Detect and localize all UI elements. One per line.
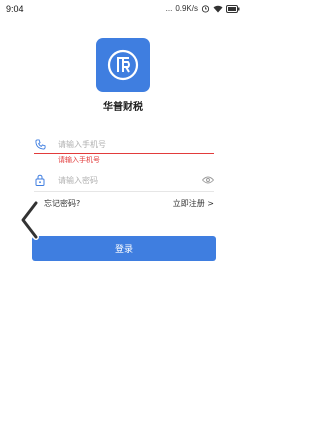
battery-icon [226,4,240,13]
app-logo [96,38,150,92]
password-input[interactable] [58,172,198,188]
eye-icon[interactable] [202,174,214,186]
register-link[interactable]: 立即注册 > [173,198,214,209]
phone-input[interactable] [58,136,198,152]
password-field [34,170,214,190]
status-dots: ... [165,4,173,13]
password-underline [34,191,214,192]
lock-icon [34,173,46,187]
status-bar: 9:04 ... 0.9K/s [0,0,246,22]
phone-icon [34,137,46,151]
login-button[interactable]: 登录 [32,236,216,261]
alarm-icon [201,4,210,13]
phone-field [34,134,214,154]
phone-error-message: 请输入手机号 [58,156,100,164]
network-speed: 0.9K/s [175,4,198,13]
back-gesture-indicator[interactable] [18,200,42,240]
phone-underline [34,153,214,154]
forgot-password-link[interactable]: 忘记密码? [44,198,80,209]
status-icons: ... 0.9K/s [166,4,240,13]
wifi-icon [213,5,223,13]
chevron-left-icon [20,200,39,240]
app-logo-icon [107,49,139,81]
status-time: 9:04 [6,4,24,14]
app-name: 华普财税 [103,102,143,113]
